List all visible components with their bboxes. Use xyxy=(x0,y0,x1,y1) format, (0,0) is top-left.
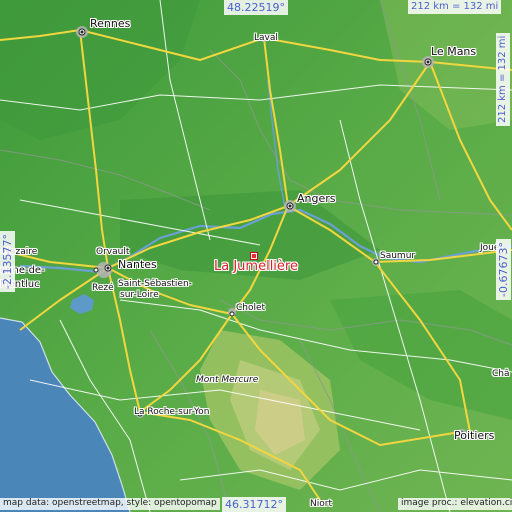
place-label-laval[interactable]: Laval xyxy=(254,34,278,43)
latitude-bottom-label: 46.31712° xyxy=(222,497,286,512)
place-label-poitiers[interactable]: Poitiers xyxy=(454,430,494,441)
place-label-saumur[interactable]: Saumur xyxy=(380,252,415,261)
place-label-angers[interactable]: Angers xyxy=(297,193,336,204)
place-label-rennes[interactable]: Rennes xyxy=(90,18,130,29)
place-label-sur-loire[interactable]: sur-Loire xyxy=(120,291,159,300)
image-attribution: image proc.: elevation.city xyxy=(398,498,512,510)
map-attribution: map data: openstreetmap, style: opentopo… xyxy=(0,498,220,510)
place-label-niort[interactable]: Niort xyxy=(310,500,332,509)
map-view[interactable]: Rennes Laval Le Mans Angers Saumur Joué … xyxy=(0,0,512,512)
place-label-le-mans[interactable]: Le Mans xyxy=(431,46,476,57)
place-label-la-roche-sur-yon[interactable]: La Roche-sur-Yon xyxy=(134,408,209,417)
place-label-orvault[interactable]: Orvault xyxy=(96,248,129,257)
city-marker-icon xyxy=(229,311,235,317)
place-label-mont-mercure[interactable]: Mont Mercure xyxy=(196,376,258,385)
place-label-saint-sebastien[interactable]: Saint-Sébastien- xyxy=(118,280,192,289)
longitude-left-label: -2.13577° xyxy=(0,231,15,292)
place-label-reze[interactable]: Rezé xyxy=(92,284,114,293)
place-label-nantes[interactable]: Nantes xyxy=(118,259,157,270)
latitude-top-label: 48.22519° xyxy=(224,0,288,15)
place-label-chatellerault[interactable]: Châ xyxy=(492,370,510,379)
scale-vertical-label: 212 km = 132 mi xyxy=(496,32,510,126)
scale-horizontal-label: 212 km = 132 mi xyxy=(408,0,502,14)
city-marker-icon xyxy=(424,58,432,66)
longitude-right-label: -0.67673° xyxy=(496,239,511,300)
place-label-cholet[interactable]: Cholet xyxy=(236,304,265,313)
city-marker-icon xyxy=(373,259,379,265)
city-marker-icon xyxy=(78,28,86,36)
city-marker-icon xyxy=(93,267,99,273)
city-marker-icon xyxy=(104,264,112,272)
city-marker-icon xyxy=(286,202,294,210)
target-place-label[interactable]: La Jumellière xyxy=(214,260,298,273)
